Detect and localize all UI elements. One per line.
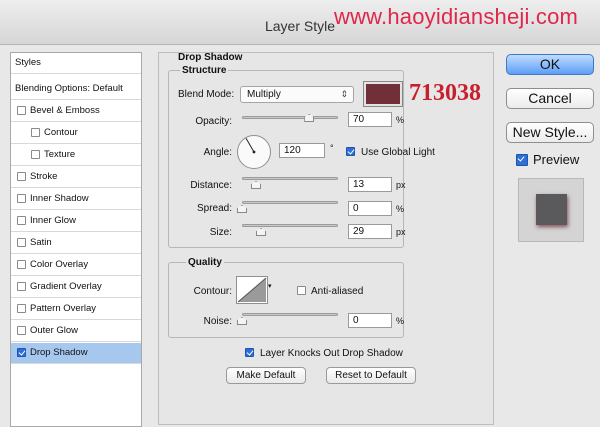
style-item-label: Texture [44,149,76,160]
inner-shadow-checkbox[interactable] [17,194,26,203]
select-arrows-icon: ⇕ [340,89,348,99]
style-item-stroke[interactable]: Stroke [11,167,141,188]
outer-glow-checkbox[interactable] [17,326,26,335]
opacity-unit: % [396,115,405,125]
style-item-texture[interactable]: Texture [11,145,141,166]
style-item-label: Contour [44,127,78,138]
style-item-inner-shadow[interactable]: Inner Shadow [11,189,141,210]
contour-picker[interactable] [236,276,268,304]
cancel-button[interactable]: Cancel [506,88,594,109]
style-item-label: Inner Shadow [30,193,89,204]
shadow-color-swatch[interactable] [363,81,403,107]
use-global-light-checkbox[interactable] [346,147,355,156]
watermark-text: www.haoyidiansheji.com [334,4,579,29]
size-unit: px [396,227,406,237]
blending-options-item[interactable]: Blending Options: Default [11,79,141,100]
style-item-label: Color Overlay [30,259,89,270]
spread-input[interactable]: 0 [348,201,392,216]
style-item-label: Stroke [30,171,58,182]
new-style-button[interactable]: New Style... [506,122,594,143]
style-item-outer-glow[interactable]: Outer Glow [11,321,141,342]
opacity-label: Opacity: [195,116,232,127]
style-item-color-overlay[interactable]: Color Overlay [11,255,141,276]
noise-slider-track[interactable] [242,313,338,316]
style-item-label: Drop Shadow [30,347,88,358]
preview-shape [536,194,567,225]
contour-checkbox[interactable] [31,128,40,137]
preview-label: Preview [533,152,580,167]
blend-mode-value: Multiply [247,89,281,100]
size-label: Size: [209,227,232,238]
gradient-overlay-checkbox[interactable] [17,282,26,291]
knockout-checkbox[interactable] [245,348,254,357]
style-item-contour[interactable]: Contour [11,123,141,144]
distance-unit: px [396,180,406,190]
texture-checkbox[interactable] [31,150,40,159]
spread-unit: % [396,204,405,214]
noise-unit: % [396,316,405,326]
color-overlay-checkbox[interactable] [17,260,26,269]
style-item-drop-shadow[interactable]: Drop Shadow [11,343,141,364]
styles-header[interactable]: Styles [11,53,141,74]
opacity-slider-track[interactable] [242,116,338,119]
style-item-inner-glow[interactable]: Inner Glow [11,211,141,232]
anti-aliased-checkbox[interactable] [297,286,306,295]
drop-shadow-title: Drop Shadow [178,52,243,63]
angle-input[interactable]: 120 [279,143,325,158]
anti-aliased-label: Anti-aliased [311,286,364,297]
reset-to-default-button[interactable]: Reset to Default [326,367,416,384]
style-item-label: Outer Glow [30,325,79,336]
drop-shadow-checkbox[interactable] [17,348,26,357]
distance-slider-track[interactable] [242,177,338,180]
noise-input[interactable]: 0 [348,313,392,328]
styles-header-label: Styles [15,57,41,68]
stroke-checkbox[interactable] [17,172,26,181]
bevel-emboss-checkbox[interactable] [17,106,26,115]
contour-dropdown-icon[interactable]: ▾ [268,282,272,290]
style-item-gradient-overlay[interactable]: Gradient Overlay [11,277,141,298]
pattern-overlay-checkbox[interactable] [17,304,26,313]
style-item-pattern-overlay[interactable]: Pattern Overlay [11,299,141,320]
angle-label: Angle: [203,147,232,158]
blend-mode-label: Blend Mode: [178,89,235,100]
blending-options-label: Blending Options: Default [15,83,123,94]
quality-title: Quality [186,257,224,268]
spread-slider-track[interactable] [242,201,338,204]
style-item-label: Inner Glow [30,215,76,226]
style-item-label: Pattern Overlay [30,303,96,314]
distance-label: Distance: [190,180,232,191]
style-item-label: Satin [30,237,52,248]
opacity-input[interactable]: 70 [348,112,392,127]
size-slider-track[interactable] [242,224,338,227]
color-hex-annotation: 713038 [409,80,481,106]
ok-button[interactable]: OK [506,54,594,75]
preview-thumbnail [518,178,584,242]
style-item-satin[interactable]: Satin [11,233,141,254]
size-input[interactable]: 29 [348,224,392,239]
preview-checkbox[interactable] [516,154,528,166]
blend-mode-select[interactable]: Multiply ⇕ [240,86,354,103]
style-item-label: Bevel & Emboss [30,105,100,116]
angle-dial[interactable] [237,135,271,169]
noise-label: Noise: [203,316,232,327]
style-item-bevel-emboss[interactable]: Bevel & Emboss [11,101,141,122]
use-global-light-label: Use Global Light [361,147,435,158]
angle-unit: ° [330,143,334,153]
distance-input[interactable]: 13 [348,177,392,192]
structure-title: Structure [180,65,229,76]
inner-glow-checkbox[interactable] [17,216,26,225]
styles-list: Styles Blending Options: Default Bevel &… [10,52,142,427]
make-default-button[interactable]: Make Default [226,367,306,384]
satin-checkbox[interactable] [17,238,26,247]
contour-label: Contour: [193,286,232,297]
style-item-label: Gradient Overlay [30,281,102,292]
spread-label: Spread: [196,203,232,214]
knockout-label: Layer Knocks Out Drop Shadow [260,348,403,359]
